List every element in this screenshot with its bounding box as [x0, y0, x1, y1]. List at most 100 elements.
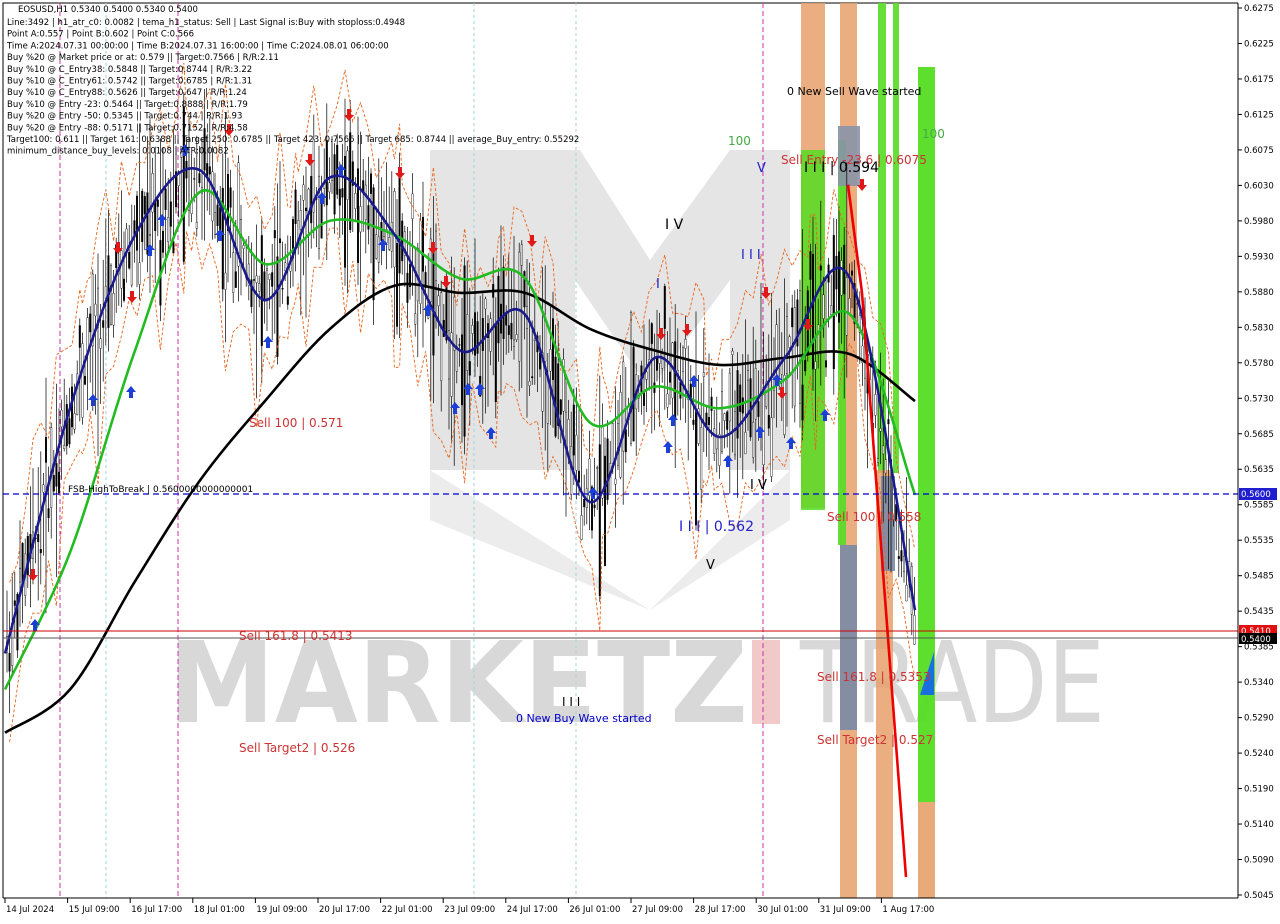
candle-body — [507, 325, 510, 335]
time-tick-label: 22 Jul 01:00 — [382, 905, 433, 915]
price-tick-label: 0.5535 — [1244, 536, 1274, 546]
wave-v-low-label: V — [706, 558, 715, 573]
candle-body — [663, 286, 666, 329]
candle-body — [619, 391, 622, 478]
info-line: Point A:0.557 | Point B:0.602 | Point C:… — [7, 30, 194, 40]
candle-body — [281, 288, 284, 290]
candle-body — [632, 346, 635, 442]
candle-body — [674, 341, 677, 419]
sell100-left-label: Sell 100 | 0.571 — [249, 416, 343, 430]
candle-body — [900, 550, 903, 562]
chart-svg: MARKETZ TRADE FSB-HighToBreak | 0.560000… — [0, 0, 1280, 920]
candle-body — [593, 504, 596, 509]
info-line: Buy %20 @ Market price or at: 0.579 || T… — [7, 53, 279, 63]
price-tick-label: 0.5685 — [1244, 430, 1274, 440]
price-tick-label: 0.5930 — [1244, 252, 1274, 262]
candle-body — [468, 361, 471, 376]
candle-body — [234, 271, 237, 288]
wave-iv-label: I V — [665, 217, 684, 233]
candle-body — [596, 467, 599, 469]
candle-body — [513, 339, 516, 347]
candle-body — [578, 470, 581, 483]
price-tick-label: 0.5585 — [1244, 501, 1274, 511]
candle-body — [440, 292, 443, 381]
candle-body — [713, 428, 716, 454]
candle-body — [318, 175, 321, 249]
candle-body — [60, 409, 63, 428]
info-line: Buy %20 @ Entry -50: 0.5345 || Target:0.… — [7, 112, 242, 122]
time-tick-label: 15 Jul 09:00 — [69, 905, 120, 915]
candle-body — [489, 318, 492, 352]
candle-body — [414, 313, 417, 325]
candle-body — [377, 236, 380, 263]
candle-body — [284, 262, 287, 271]
candle-body — [658, 334, 661, 364]
candle-body — [346, 150, 349, 200]
candle-body — [669, 371, 672, 383]
candle-body — [726, 411, 729, 430]
candle-body — [380, 222, 383, 241]
candle-body — [767, 415, 770, 429]
candle-body — [305, 207, 308, 212]
candle-body — [604, 455, 607, 567]
candle-body — [299, 210, 302, 230]
info-line: Buy %10 @ Entry -23: 0.5464 || Target:0.… — [7, 100, 248, 110]
candle-body — [333, 154, 336, 215]
candle-body — [471, 325, 474, 334]
candle-body — [47, 508, 50, 519]
candle-body — [825, 360, 828, 368]
candle-body — [598, 444, 601, 596]
candle-body — [224, 272, 227, 290]
candle-body — [58, 471, 61, 494]
candle-body — [419, 220, 422, 304]
price-tick-label: 0.6030 — [1244, 181, 1274, 191]
candle-body — [325, 140, 328, 206]
candle-body — [617, 422, 620, 466]
candle-body — [169, 201, 172, 227]
price-tick-label: 0.5190 — [1244, 785, 1274, 795]
price-tick-label: 0.5830 — [1244, 323, 1274, 333]
info-line: Line:3492 | h1_atr_c0: 0.0082 | tema_h1_… — [7, 18, 405, 28]
candle-body — [273, 230, 276, 239]
candle-body — [476, 321, 479, 354]
price-tick-label: 0.6175 — [1244, 75, 1274, 85]
candle-body — [877, 458, 880, 463]
candle-body — [822, 294, 825, 319]
candle-body — [357, 168, 360, 263]
candle-body — [788, 336, 791, 348]
info-line: Buy %10 @ C_Entry38: 0.5848 || Target:0.… — [7, 65, 252, 75]
candle-body — [276, 256, 279, 357]
sell161-left-label: Sell 161.8 | 0.5413 — [239, 629, 353, 643]
candle-body — [913, 615, 916, 645]
candle-body — [422, 216, 425, 272]
candle-body — [130, 242, 133, 286]
price-tick-label: 0.5435 — [1244, 607, 1274, 617]
candle-body — [884, 459, 887, 474]
candle-body — [874, 394, 877, 416]
candle-body — [161, 230, 164, 253]
candle-body — [887, 419, 890, 425]
sell-target2-left-label: Sell Target2 | 0.526 — [239, 741, 355, 755]
candle-body — [754, 368, 757, 420]
candle-body — [565, 377, 568, 413]
info-line: Buy %20 @ Entry -88: 0.5171 || Target:0.… — [7, 123, 248, 133]
candle-body — [242, 245, 245, 249]
time-tick-label: 27 Jul 09:00 — [632, 905, 683, 915]
candle-body — [835, 255, 838, 290]
candle-body — [78, 325, 81, 348]
price-badge-blue-text: 0.5600 — [1241, 490, 1271, 500]
candle-body — [195, 221, 198, 229]
candle-body — [302, 184, 305, 201]
chart-root: MARKETZ TRADE FSB-HighToBreak | 0.560000… — [0, 0, 1280, 920]
time-tick-label: 26 Jul 01:00 — [569, 905, 620, 915]
candle-body — [775, 324, 778, 371]
candle-body — [102, 320, 105, 328]
candle-body — [741, 397, 744, 414]
label-100-left: 100 — [728, 134, 751, 148]
candle-body — [164, 188, 167, 210]
candle-body — [832, 235, 835, 370]
candle-body — [338, 188, 341, 206]
price-tick-label: 0.5730 — [1244, 394, 1274, 404]
candle-body — [138, 262, 141, 285]
price-tick-label: 0.5635 — [1244, 465, 1274, 475]
